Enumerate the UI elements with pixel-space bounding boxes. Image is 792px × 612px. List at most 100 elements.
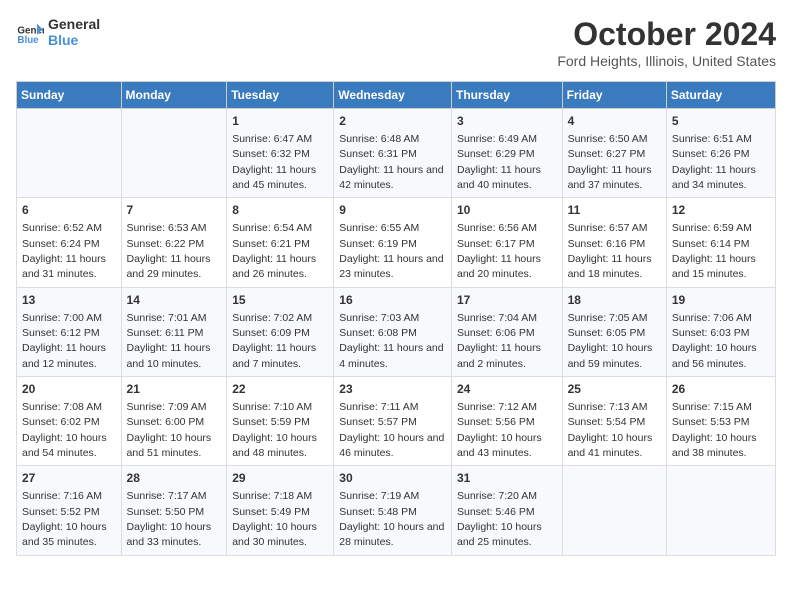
calendar-cell: 8 Sunrise: 6:54 AMSunset: 6:21 PMDaylight… xyxy=(227,198,334,287)
logo-icon: General Blue xyxy=(16,18,44,46)
calendar-cell: 28 Sunrise: 7:17 AMSunset: 5:50 PMDayligh… xyxy=(121,466,227,555)
header-row: SundayMondayTuesdayWednesdayThursdayFrid… xyxy=(17,82,776,109)
day-number: 26 xyxy=(672,381,770,398)
cell-info: Sunrise: 6:55 AMSunset: 6:19 PMDaylight:… xyxy=(339,222,443,280)
day-number: 2 xyxy=(339,113,446,130)
cell-info: Sunrise: 7:20 AMSunset: 5:46 PMDaylight:… xyxy=(457,490,542,548)
day-number: 29 xyxy=(232,470,328,487)
cell-info: Sunrise: 7:08 AMSunset: 6:02 PMDaylight:… xyxy=(22,401,107,459)
calendar-cell: 23 Sunrise: 7:11 AMSunset: 5:57 PMDayligh… xyxy=(334,377,452,466)
cell-info: Sunrise: 7:18 AMSunset: 5:49 PMDaylight:… xyxy=(232,490,317,548)
day-number: 11 xyxy=(568,202,661,219)
day-number: 20 xyxy=(22,381,116,398)
svg-text:Blue: Blue xyxy=(17,35,39,46)
day-number: 9 xyxy=(339,202,446,219)
calendar-cell: 26Sunrise: 7:15 AMSunset: 5:53 PMDayligh… xyxy=(666,377,775,466)
column-header-friday: Friday xyxy=(562,82,666,109)
day-number: 17 xyxy=(457,292,557,309)
cell-info: Sunrise: 7:10 AMSunset: 5:59 PMDaylight:… xyxy=(232,401,317,459)
cell-info: Sunrise: 7:12 AMSunset: 5:56 PMDaylight:… xyxy=(457,401,542,459)
calendar-cell: 20 Sunrise: 7:08 AMSunset: 6:02 PMDayligh… xyxy=(17,377,122,466)
calendar-cell: 1 Sunrise: 6:47 AMSunset: 6:32 PMDaylight… xyxy=(227,109,334,198)
cell-info: Sunrise: 6:47 AMSunset: 6:32 PMDaylight:… xyxy=(232,133,316,191)
cell-info: Sunrise: 6:48 AMSunset: 6:31 PMDaylight:… xyxy=(339,133,443,191)
week-row: 6 Sunrise: 6:52 AMSunset: 6:24 PMDaylight… xyxy=(17,198,776,287)
page-header: General Blue GeneralBlue October 2024 Fo… xyxy=(16,16,776,69)
day-number: 14 xyxy=(127,292,222,309)
cell-info: Sunrise: 7:09 AMSunset: 6:00 PMDaylight:… xyxy=(127,401,212,459)
calendar-cell: 10 Sunrise: 6:56 AMSunset: 6:17 PMDayligh… xyxy=(451,198,562,287)
week-row: 13 Sunrise: 7:00 AMSunset: 6:12 PMDayligh… xyxy=(17,287,776,376)
day-number: 22 xyxy=(232,381,328,398)
calendar-cell: 22 Sunrise: 7:10 AMSunset: 5:59 PMDayligh… xyxy=(227,377,334,466)
cell-info: Sunrise: 7:02 AMSunset: 6:09 PMDaylight:… xyxy=(232,312,316,370)
cell-info: Sunrise: 7:00 AMSunset: 6:12 PMDaylight:… xyxy=(22,312,106,370)
calendar-body: 1 Sunrise: 6:47 AMSunset: 6:32 PMDaylight… xyxy=(17,109,776,556)
day-number: 5 xyxy=(672,113,770,130)
calendar-cell xyxy=(562,466,666,555)
calendar-cell: 7Sunrise: 6:53 AMSunset: 6:22 PMDaylight… xyxy=(121,198,227,287)
calendar-cell: 30 Sunrise: 7:19 AMSunset: 5:48 PMDayligh… xyxy=(334,466,452,555)
title-block: October 2024 Ford Heights, Illinois, Uni… xyxy=(557,16,776,69)
cell-info: Sunrise: 7:05 AMSunset: 6:05 PMDaylight:… xyxy=(568,312,653,370)
cell-info: Sunrise: 6:51 AMSunset: 6:26 PMDaylight:… xyxy=(672,133,756,191)
week-row: 1 Sunrise: 6:47 AMSunset: 6:32 PMDaylight… xyxy=(17,109,776,198)
calendar-cell: 27Sunrise: 7:16 AMSunset: 5:52 PMDayligh… xyxy=(17,466,122,555)
calendar-cell: 3 Sunrise: 6:49 AMSunset: 6:29 PMDaylight… xyxy=(451,109,562,198)
day-number: 15 xyxy=(232,292,328,309)
column-header-sunday: Sunday xyxy=(17,82,122,109)
cell-info: Sunrise: 6:50 AMSunset: 6:27 PMDaylight:… xyxy=(568,133,652,191)
day-number: 6 xyxy=(22,202,116,219)
cell-info: Sunrise: 6:54 AMSunset: 6:21 PMDaylight:… xyxy=(232,222,316,280)
day-number: 30 xyxy=(339,470,446,487)
day-number: 10 xyxy=(457,202,557,219)
week-row: 20 Sunrise: 7:08 AMSunset: 6:02 PMDayligh… xyxy=(17,377,776,466)
calendar-cell xyxy=(666,466,775,555)
logo-text: GeneralBlue xyxy=(48,16,100,48)
cell-info: Sunrise: 7:11 AMSunset: 5:57 PMDaylight:… xyxy=(339,401,444,459)
cell-info: Sunrise: 7:06 AMSunset: 6:03 PMDaylight:… xyxy=(672,312,757,370)
cell-info: Sunrise: 7:17 AMSunset: 5:50 PMDaylight:… xyxy=(127,490,212,548)
week-row: 27Sunrise: 7:16 AMSunset: 5:52 PMDayligh… xyxy=(17,466,776,555)
day-number: 12 xyxy=(672,202,770,219)
calendar-cell: 9 Sunrise: 6:55 AMSunset: 6:19 PMDaylight… xyxy=(334,198,452,287)
cell-info: Sunrise: 6:56 AMSunset: 6:17 PMDaylight:… xyxy=(457,222,541,280)
day-number: 18 xyxy=(568,292,661,309)
calendar-cell: 2 Sunrise: 6:48 AMSunset: 6:31 PMDaylight… xyxy=(334,109,452,198)
calendar-cell: 24Sunrise: 7:12 AMSunset: 5:56 PMDayligh… xyxy=(451,377,562,466)
calendar-cell: 18 Sunrise: 7:05 AMSunset: 6:05 PMDayligh… xyxy=(562,287,666,376)
cell-info: Sunrise: 6:57 AMSunset: 6:16 PMDaylight:… xyxy=(568,222,652,280)
calendar-cell xyxy=(17,109,122,198)
day-number: 1 xyxy=(232,113,328,130)
cell-info: Sunrise: 7:03 AMSunset: 6:08 PMDaylight:… xyxy=(339,312,443,370)
cell-info: Sunrise: 6:59 AMSunset: 6:14 PMDaylight:… xyxy=(672,222,756,280)
page-title: October 2024 xyxy=(557,16,776,53)
calendar-table: SundayMondayTuesdayWednesdayThursdayFrid… xyxy=(16,81,776,556)
day-number: 19 xyxy=(672,292,770,309)
cell-info: Sunrise: 6:52 AMSunset: 6:24 PMDaylight:… xyxy=(22,222,106,280)
calendar-cell: 25Sunrise: 7:13 AMSunset: 5:54 PMDayligh… xyxy=(562,377,666,466)
calendar-cell: 5 Sunrise: 6:51 AMSunset: 6:26 PMDaylight… xyxy=(666,109,775,198)
calendar-cell xyxy=(121,109,227,198)
calendar-cell: 12 Sunrise: 6:59 AMSunset: 6:14 PMDayligh… xyxy=(666,198,775,287)
calendar-cell: 13 Sunrise: 7:00 AMSunset: 6:12 PMDayligh… xyxy=(17,287,122,376)
day-number: 3 xyxy=(457,113,557,130)
calendar-cell: 31Sunrise: 7:20 AMSunset: 5:46 PMDayligh… xyxy=(451,466,562,555)
cell-info: Sunrise: 7:19 AMSunset: 5:48 PMDaylight:… xyxy=(339,490,444,548)
cell-info: Sunrise: 7:13 AMSunset: 5:54 PMDaylight:… xyxy=(568,401,653,459)
calendar-cell: 14Sunrise: 7:01 AMSunset: 6:11 PMDayligh… xyxy=(121,287,227,376)
calendar-cell: 16Sunrise: 7:03 AMSunset: 6:08 PMDayligh… xyxy=(334,287,452,376)
day-number: 23 xyxy=(339,381,446,398)
day-number: 28 xyxy=(127,470,222,487)
day-number: 13 xyxy=(22,292,116,309)
column-header-monday: Monday xyxy=(121,82,227,109)
calendar-cell: 6 Sunrise: 6:52 AMSunset: 6:24 PMDaylight… xyxy=(17,198,122,287)
calendar-cell: 15 Sunrise: 7:02 AMSunset: 6:09 PMDayligh… xyxy=(227,287,334,376)
column-header-thursday: Thursday xyxy=(451,82,562,109)
cell-info: Sunrise: 6:49 AMSunset: 6:29 PMDaylight:… xyxy=(457,133,541,191)
cell-info: Sunrise: 7:04 AMSunset: 6:06 PMDaylight:… xyxy=(457,312,541,370)
calendar-cell: 19 Sunrise: 7:06 AMSunset: 6:03 PMDayligh… xyxy=(666,287,775,376)
calendar-cell: 11 Sunrise: 6:57 AMSunset: 6:16 PMDayligh… xyxy=(562,198,666,287)
cell-info: Sunrise: 7:16 AMSunset: 5:52 PMDaylight:… xyxy=(22,490,107,548)
day-number: 8 xyxy=(232,202,328,219)
